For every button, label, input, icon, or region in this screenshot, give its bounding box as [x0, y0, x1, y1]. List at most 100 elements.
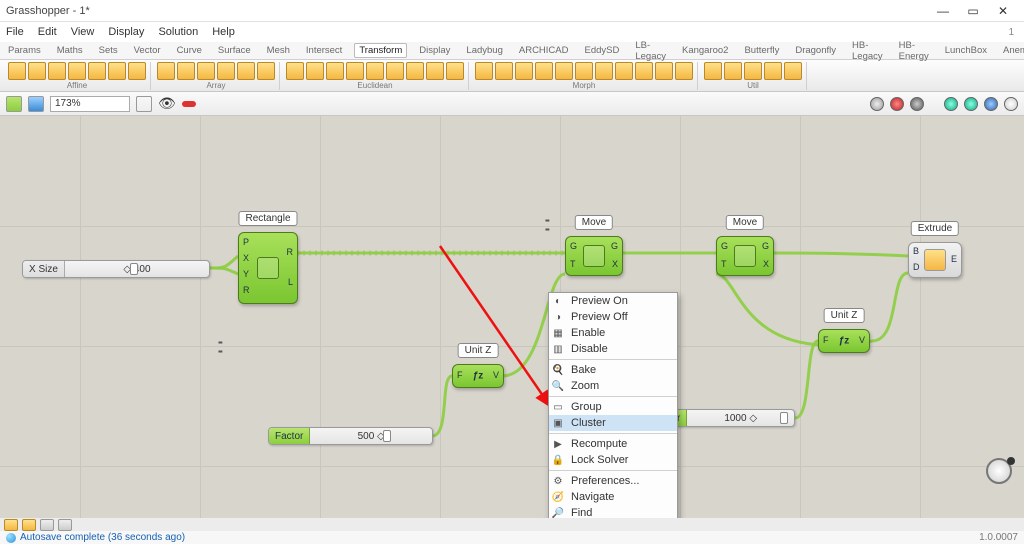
component-extrude[interactable]: Extrude B D E — [908, 242, 962, 278]
ribbon-icon[interactable] — [286, 62, 304, 80]
ribbon-icon[interactable] — [446, 62, 464, 80]
ctx-cluster[interactable]: ▣Cluster — [549, 415, 677, 431]
ribbon-icon[interactable] — [8, 62, 26, 80]
ribbon-icon[interactable] — [515, 62, 533, 80]
component-unitz-1[interactable]: Unit Z F ƒz V — [452, 364, 504, 388]
tab-params[interactable]: Params — [4, 44, 45, 57]
tab-kangaroo2[interactable]: Kangaroo2 — [678, 44, 732, 57]
slider-factor-1[interactable]: Factor 500 ◇ — [268, 427, 433, 445]
ctx-disable[interactable]: ▥Disable — [549, 341, 677, 357]
compass-widget[interactable] — [986, 458, 1012, 484]
menu-solution[interactable]: Solution — [158, 26, 198, 38]
ribbon-icon[interactable] — [157, 62, 175, 80]
preview-mode-icon[interactable] — [944, 97, 958, 111]
tab-intersect[interactable]: Intersect — [302, 44, 346, 57]
ribbon-icon[interactable] — [704, 62, 722, 80]
tab-mesh[interactable]: Mesh — [263, 44, 294, 57]
data-dam-icon[interactable]: ▪▪▪▪ — [545, 216, 549, 234]
tab-dragonfly[interactable]: Dragonfly — [791, 44, 840, 57]
tab-hblegacy[interactable]: HB-Legacy — [848, 39, 887, 63]
preview-mode-icon[interactable] — [964, 97, 978, 111]
menu-edit[interactable]: Edit — [38, 26, 57, 38]
close-button[interactable]: ✕ — [988, 4, 1018, 18]
tab-curve[interactable]: Curve — [173, 44, 206, 57]
slider-xsize[interactable]: X Size ◇ 400 — [22, 260, 210, 278]
tab-anemone[interactable]: Anemone — [999, 44, 1024, 57]
ribbon-icon[interactable] — [346, 62, 364, 80]
status-icon[interactable] — [4, 519, 18, 531]
ribbon-icon[interactable] — [128, 62, 146, 80]
menu-display[interactable]: Display — [108, 26, 144, 38]
ribbon-icon[interactable] — [555, 62, 573, 80]
ctx-lock-solver[interactable]: 🔒Lock Solver — [549, 452, 677, 468]
tab-ladybug[interactable]: Ladybug — [462, 44, 506, 57]
ribbon-icon[interactable] — [784, 62, 802, 80]
tab-lblegacy[interactable]: LB-Legacy — [631, 39, 670, 63]
ctx-preview-on[interactable]: ◐Preview On — [549, 293, 677, 309]
menu-file[interactable]: File — [6, 26, 24, 38]
ctx-zoom[interactable]: 🔍Zoom — [549, 378, 677, 394]
tab-lunchbox[interactable]: LunchBox — [941, 44, 991, 57]
ribbon-icon[interactable] — [635, 62, 653, 80]
ctx-recompute[interactable]: ▶Recompute — [549, 436, 677, 452]
component-unitz-2[interactable]: Unit Z F ƒz V — [818, 329, 870, 353]
ribbon-icon[interactable] — [197, 62, 215, 80]
tab-sets[interactable]: Sets — [95, 44, 122, 57]
ribbon-icon[interactable] — [426, 62, 444, 80]
shade-mode-icon[interactable] — [870, 97, 884, 111]
preview-mode-icon[interactable] — [1004, 97, 1018, 111]
sketch-icon[interactable] — [182, 101, 196, 107]
tab-surface[interactable]: Surface — [214, 44, 255, 57]
ctx-navigate[interactable]: 🧭Navigate — [549, 489, 677, 505]
ribbon-icon[interactable] — [595, 62, 613, 80]
ribbon-icon[interactable] — [495, 62, 513, 80]
ribbon-icon[interactable] — [366, 62, 384, 80]
ribbon-icon[interactable] — [217, 62, 235, 80]
status-icon[interactable] — [40, 519, 54, 531]
tab-display[interactable]: Display — [415, 44, 454, 57]
tab-maths[interactable]: Maths — [53, 44, 87, 57]
tab-butterfly[interactable]: Butterfly — [740, 44, 783, 57]
shade-mode-icon[interactable] — [910, 97, 924, 111]
ribbon-icon[interactable] — [108, 62, 126, 80]
ribbon-icon[interactable] — [237, 62, 255, 80]
ribbon-icon[interactable] — [535, 62, 553, 80]
ribbon-icon[interactable] — [257, 62, 275, 80]
ribbon-icon[interactable] — [615, 62, 633, 80]
canvas[interactable]: X Size ◇ 400 Rectangle P X Y R R L ▪▪▪▪ … — [0, 116, 1024, 518]
new-file-icon[interactable] — [6, 96, 22, 112]
menu-view[interactable]: View — [71, 26, 95, 38]
tab-archicad[interactable]: ARCHICAD — [515, 44, 573, 57]
tab-eddysd[interactable]: EddySD — [581, 44, 624, 57]
ribbon-icon[interactable] — [386, 62, 404, 80]
component-move-1[interactable]: Move G T G X — [565, 236, 623, 276]
ribbon-icon[interactable] — [724, 62, 742, 80]
ribbon-icon[interactable] — [68, 62, 86, 80]
ribbon-icon[interactable] — [28, 62, 46, 80]
zoom-dropdown[interactable]: 173% — [50, 96, 130, 112]
ctx-group[interactable]: ▭Group — [549, 399, 677, 415]
ribbon-icon[interactable] — [306, 62, 324, 80]
zoom-extents-icon[interactable] — [136, 96, 152, 112]
save-icon[interactable] — [28, 96, 44, 112]
component-move-2[interactable]: Move G T G X — [716, 236, 774, 276]
component-rectangle[interactable]: Rectangle P X Y R R L — [238, 232, 298, 304]
tab-hbenergy[interactable]: HB-Energy — [895, 39, 933, 63]
shade-mode-icon[interactable] — [890, 97, 904, 111]
data-dam-icon[interactable]: ▪▪▪▪ — [218, 338, 222, 356]
ribbon-icon[interactable] — [406, 62, 424, 80]
ctx-preferences[interactable]: ⚙Preferences... — [549, 473, 677, 489]
minimize-button[interactable]: — — [928, 4, 958, 18]
ribbon-icon[interactable] — [575, 62, 593, 80]
ribbon-icon[interactable] — [48, 62, 66, 80]
ribbon-icon[interactable] — [475, 62, 493, 80]
ctx-bake[interactable]: 🍳Bake — [549, 362, 677, 378]
ribbon-icon[interactable] — [764, 62, 782, 80]
ribbon-icon[interactable] — [744, 62, 762, 80]
tab-vector[interactable]: Vector — [130, 44, 165, 57]
ctx-preview-off[interactable]: ◑Preview Off — [549, 309, 677, 325]
ribbon-icon[interactable] — [675, 62, 693, 80]
ribbon-icon[interactable] — [177, 62, 195, 80]
menu-help[interactable]: Help — [212, 26, 235, 38]
preview-mode-icon[interactable] — [984, 97, 998, 111]
